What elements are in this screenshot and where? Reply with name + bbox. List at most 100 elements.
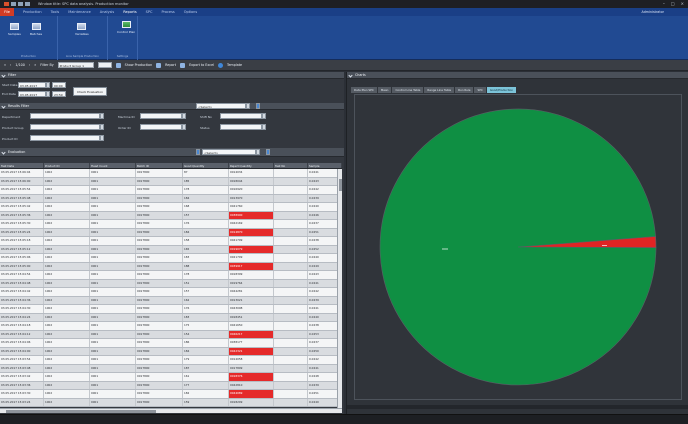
table-cell[interactable]: 0017890 <box>136 279 183 287</box>
table-cell[interactable]: 0001 <box>90 237 136 245</box>
table-cell[interactable]: 188 <box>183 262 229 270</box>
table-cell[interactable]: 182 <box>183 390 229 398</box>
table-cell[interactable]: 03.05.2017 15:03:42 <box>0 373 44 381</box>
table-cell[interactable]: 0001 <box>90 296 136 304</box>
table-cell[interactable]: 03.05.2017 15:03:30 <box>0 390 44 398</box>
column-header[interactable]: Good Quantity <box>183 163 229 168</box>
table-cell[interactable]: 0001 <box>90 271 136 279</box>
table-cell[interactable]: 177 <box>183 381 229 389</box>
table-row[interactable]: 03.05.2017 15:05:18 1002 0001 0017890 158 004… <box>0 237 342 246</box>
scroll-thumb[interactable] <box>339 179 342 191</box>
table-row[interactable]: 03.05.2017 15:03:30 1002 0001 0017890 182 004… <box>0 390 342 399</box>
table-cell[interactable] <box>274 245 308 253</box>
table-cell[interactable]: 03.05.2017 15:03:54 <box>0 356 44 364</box>
table-cell[interactable]: 1002 <box>44 288 90 296</box>
table-cell[interactable]: 0017890 <box>136 330 183 338</box>
table-cell[interactable]: 03.05.2017 15:04:42 <box>0 288 44 296</box>
table-cell[interactable]: 0041650 <box>229 322 274 330</box>
table-cell[interactable]: 0018451 <box>229 313 274 321</box>
chevron-down-icon[interactable] <box>100 135 104 141</box>
table-row[interactable]: 03.05.2017 15:05:54 1002 0001 0017890 178 001… <box>0 186 342 195</box>
evaluation-select[interactable]: <Select> <box>202 149 256 155</box>
table-cell[interactable]: 0001 <box>90 254 136 262</box>
tab-good-production[interactable]: Good/Production <box>486 87 517 93</box>
evaluation-icon[interactable] <box>196 149 200 155</box>
apply-icon[interactable] <box>266 149 270 155</box>
table-cell[interactable]: 0001 <box>90 228 136 236</box>
table-row[interactable]: 03.05.2017 15:04:42 1002 0001 0017890 157 004… <box>0 288 342 297</box>
tab-analysis[interactable]: Analysis <box>100 10 114 14</box>
shift-no-input[interactable] <box>220 113 262 119</box>
chevron-down-icon[interactable] <box>262 124 266 130</box>
tab-file[interactable]: File <box>0 8 14 16</box>
table-cell[interactable]: 183 <box>183 313 229 321</box>
table-cell[interactable]: 1002 <box>44 262 90 270</box>
table-cell[interactable]: 0001 <box>90 330 136 338</box>
table-cell[interactable]: 178 <box>183 186 229 194</box>
table-cell[interactable] <box>274 313 308 321</box>
start-time-input[interactable]: 00:00 <box>52 82 66 88</box>
end-time-input[interactable]: 23:59 <box>52 91 66 97</box>
table-cell[interactable]: 0001 <box>90 186 136 194</box>
table-cell[interactable]: 03.05.2017 15:04:54 <box>0 271 44 279</box>
table-cell[interactable]: 0017890 <box>136 177 183 185</box>
table-cell[interactable]: 0041799 <box>229 237 274 245</box>
table-cell[interactable] <box>274 211 308 219</box>
last-page-button[interactable]: » <box>34 63 36 67</box>
table-cell[interactable]: 0017899 <box>229 364 274 372</box>
table-cell[interactable]: 0017890 <box>136 398 183 406</box>
tab-mean[interactable]: Mean <box>377 87 392 93</box>
batches-button[interactable]: Batches <box>30 23 42 36</box>
first-page-button[interactable]: « <box>4 63 6 67</box>
chevron-down-icon[interactable] <box>182 113 186 119</box>
table-cell[interactable]: 183 <box>183 254 229 262</box>
table-cell[interactable]: 0017890 <box>136 245 183 253</box>
table-row[interactable]: 03.05.2017 15:04:30 1002 0001 0017890 176 004… <box>0 305 342 314</box>
table-cell[interactable]: 0017890 <box>136 364 183 372</box>
table-row[interactable]: 03.05.2017 15:04:06 1002 0001 0017890 186 003… <box>0 339 342 348</box>
table-cell[interactable] <box>274 390 308 398</box>
tab-run-rule[interactable]: Run Rule <box>455 87 474 93</box>
table-cell[interactable]: 0018044 <box>229 177 274 185</box>
table-cell[interactable]: 1002 <box>44 177 90 185</box>
check-evaluation-button[interactable]: Check Evaluation <box>73 87 107 96</box>
table-cell[interactable]: 1002 <box>44 220 90 228</box>
table-cell[interactable]: 1002 <box>44 305 90 313</box>
table-cell[interactable]: 0017890 <box>136 381 183 389</box>
table-cell[interactable] <box>274 398 308 406</box>
table-cell[interactable]: 1002 <box>44 211 90 219</box>
table-cell[interactable]: 1002 <box>44 169 90 177</box>
table-cell[interactable]: 1002 <box>44 237 90 245</box>
table-cell[interactable]: 0017890 <box>136 373 183 381</box>
table-cell[interactable] <box>274 364 308 372</box>
table-row[interactable]: 03.05.2017 15:05:30 1002 0001 0017890 176 004… <box>0 220 342 229</box>
table-cell[interactable] <box>274 271 308 279</box>
results-filter-select[interactable]: <Select> <box>196 103 246 109</box>
table-row[interactable]: 03.05.2017 15:05:06 1002 0001 0017890 183 002… <box>0 254 342 263</box>
table-cell[interactable]: 0017890 <box>136 254 183 262</box>
table-cell[interactable]: 1002 <box>44 322 90 330</box>
table-cell[interactable]: 03.05.2017 15:04:06 <box>0 339 44 347</box>
table-cell[interactable]: 0018399 <box>229 271 274 279</box>
table-cell[interactable]: 0001 <box>90 194 136 202</box>
table-cell[interactable]: 03.05.2017 15:05:18 <box>0 237 44 245</box>
column-header[interactable]: Product ID <box>44 163 90 168</box>
show-production-button[interactable]: Show Production <box>125 63 152 67</box>
table-cell[interactable]: 03.05.2017 15:04:48 <box>0 279 44 287</box>
table-cell[interactable]: 03.05.2017 15:05:06 <box>0 254 44 262</box>
table-cell[interactable]: 03.05.2017 15:05:00 <box>0 262 44 270</box>
table-cell[interactable]: 0017890 <box>136 262 183 270</box>
column-header[interactable]: Test No <box>274 163 308 168</box>
table-cell[interactable]: 1002 <box>44 254 90 262</box>
table-cell[interactable]: 0044089 <box>229 390 274 398</box>
order-id-input[interactable] <box>140 124 182 130</box>
table-cell[interactable] <box>274 177 308 185</box>
table-cell[interactable]: 1002 <box>44 279 90 287</box>
product-group-input[interactable] <box>30 124 100 130</box>
table-cell[interactable]: 0001 <box>90 211 136 219</box>
table-cell[interactable]: 0001 <box>90 339 136 347</box>
machine-id-input[interactable] <box>140 113 182 119</box>
table-cell[interactable]: 0001 <box>90 288 136 296</box>
table-cell[interactable]: 03.05.2017 15:05:24 <box>0 228 44 236</box>
vertical-scrollbar[interactable] <box>337 169 342 408</box>
